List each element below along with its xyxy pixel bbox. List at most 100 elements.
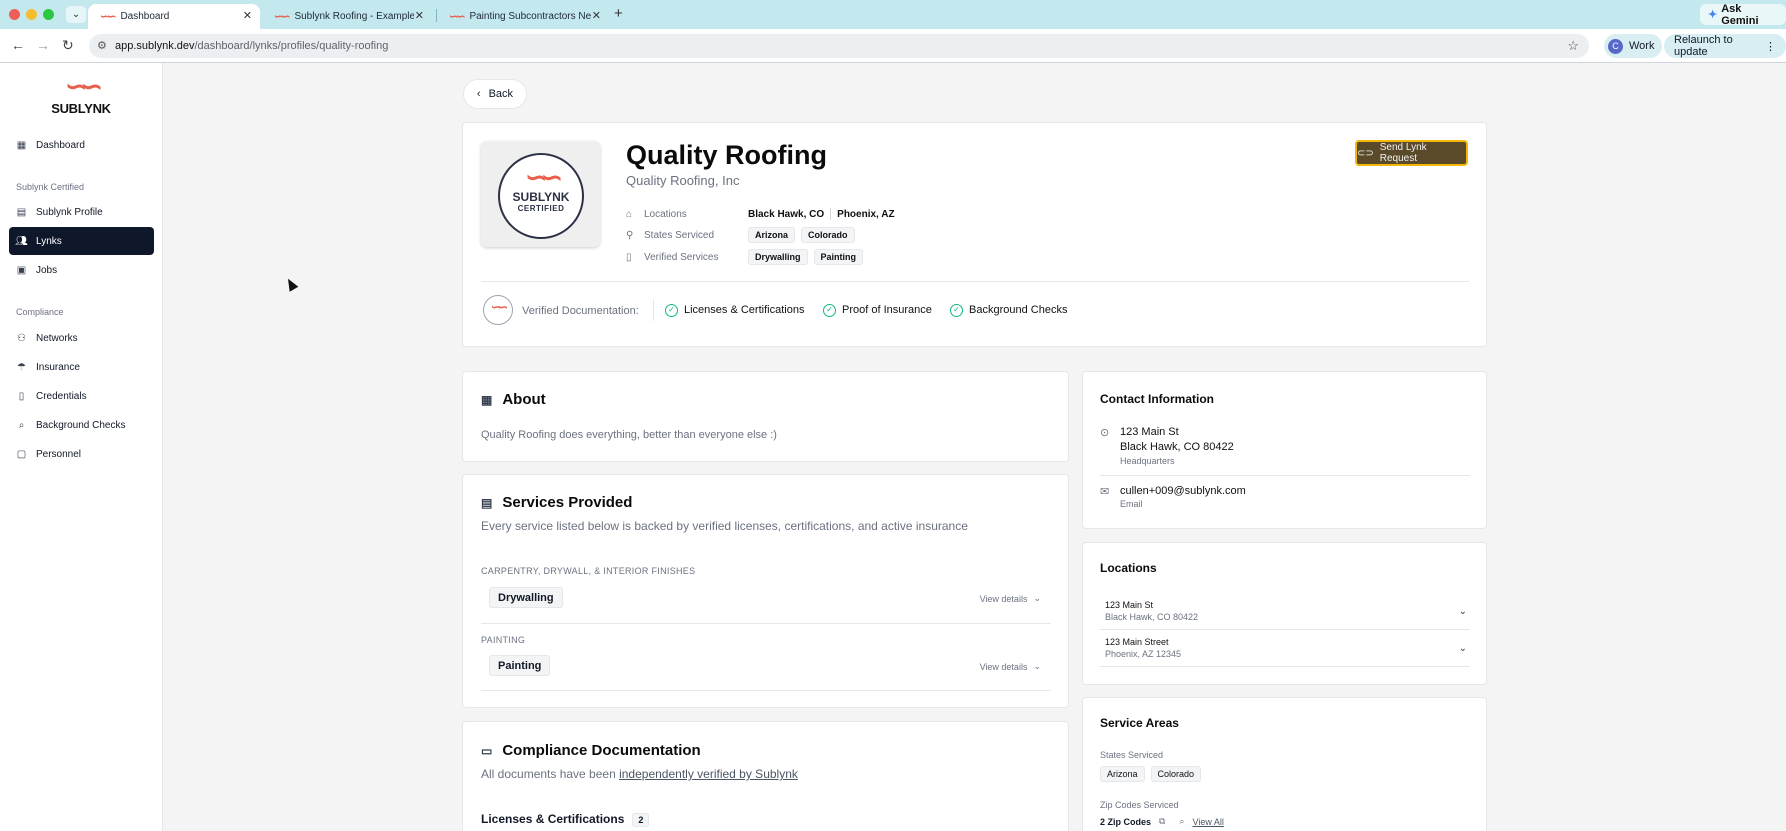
service-chip: Drywalling bbox=[748, 249, 808, 265]
verified-item-label: Proof of Insurance bbox=[842, 304, 932, 316]
close-tab-icon[interactable]: ✕ bbox=[415, 9, 424, 22]
back-arrow-icon[interactable]: ← bbox=[11, 37, 25, 53]
verified-background-checks: ✓ Background Checks bbox=[950, 299, 1067, 321]
view-details-drywalling[interactable]: View details ⌄ bbox=[980, 593, 1041, 604]
grid-icon: ▦ bbox=[16, 139, 27, 151]
sidebar-item-dashboard[interactable]: ▦ Dashboard bbox=[9, 131, 154, 159]
sidebar-item-networks[interactable]: ⚇ Networks bbox=[9, 324, 154, 352]
gemini-sparkle-icon: ✦ bbox=[1708, 9, 1718, 21]
ask-gemini-button[interactable]: ✦ Ask Gemini bbox=[1700, 3, 1786, 27]
sidebar-item-label: Background Checks bbox=[36, 419, 126, 431]
back-button[interactable]: ‹ Back bbox=[463, 79, 527, 109]
forward-arrow-icon[interactable]: → bbox=[36, 37, 50, 53]
view-details-painting[interactable]: View details ⌄ bbox=[980, 661, 1041, 672]
states-label: States Serviced bbox=[644, 229, 715, 241]
states-serviced-label: States Serviced bbox=[1100, 750, 1164, 760]
sublynk-logo[interactable]: ∽∽ SUBLYNK bbox=[45, 73, 117, 116]
new-tab-plus-icon[interactable]: + bbox=[614, 5, 623, 22]
sidebar-item-insurance[interactable]: ☂ Insurance bbox=[9, 353, 154, 381]
close-tab-icon[interactable]: ✕ bbox=[243, 9, 252, 22]
sidebar-item-label: Lynks bbox=[36, 235, 62, 247]
tab-painting-subcontractors[interactable]: ∽∽ Painting Subcontractors Neede ✕ bbox=[437, 4, 609, 29]
clipboard-icon: ▯ bbox=[626, 251, 632, 263]
tab-sublynk-roofing[interactable]: ∽∽ Sublynk Roofing - Example Co ✕ bbox=[262, 4, 432, 29]
bookmark-star-icon[interactable]: ☆ bbox=[1567, 38, 1579, 54]
clipboard-icon: ▤ bbox=[481, 495, 493, 510]
compliance-subtitle-text: All documents have been bbox=[481, 767, 620, 781]
locations-title: Locations bbox=[1100, 561, 1157, 575]
chevron-down-icon[interactable]: ⌄ bbox=[1459, 643, 1467, 654]
profile-button[interactable]: C Work bbox=[1604, 34, 1663, 58]
sidebar-item-personnel[interactable]: ▢ Personnel bbox=[9, 440, 154, 468]
building-icon: ▤ bbox=[16, 206, 27, 218]
services-title: ▤ Services Provided bbox=[481, 494, 632, 511]
address-type: Headquarters bbox=[1120, 456, 1175, 466]
close-window-button[interactable] bbox=[9, 9, 20, 20]
more-vertical-icon[interactable]: ⋮ bbox=[1765, 40, 1776, 53]
location-item[interactable]: 123 Main St Black Hawk, CO 80422 ⌄ bbox=[1105, 600, 1473, 622]
building-icon: ▦ bbox=[481, 392, 493, 407]
sidebar-item-jobs[interactable]: ▣ Jobs bbox=[9, 256, 154, 284]
sidebar-item-label: Dashboard bbox=[36, 139, 85, 151]
verified-documentation-label: Verified Documentation: bbox=[522, 305, 639, 317]
divider bbox=[1100, 475, 1470, 476]
link-icon: ⊂⊃ bbox=[1357, 147, 1374, 159]
tab-dashboard[interactable]: ∽∽ Dashboard ✕ bbox=[88, 4, 260, 29]
copy-icon[interactable]: ⧉ bbox=[1159, 816, 1165, 827]
service-category-label: CARPENTRY, DRYWALL, & INTERIOR FINISHES bbox=[481, 566, 696, 576]
divider bbox=[481, 281, 1469, 282]
about-card: ▦ About Quality Roofing does everything,… bbox=[462, 371, 1069, 462]
send-lynk-request-button[interactable]: ⊂⊃ Send Lynk Request bbox=[1355, 140, 1468, 166]
verified-by-sublynk-link[interactable]: independently verified by Sublynk bbox=[619, 767, 798, 781]
view-all-zip-codes-link[interactable]: View All bbox=[1193, 817, 1224, 827]
location-value: Black Hawk, CO bbox=[748, 208, 825, 220]
location-value: Phoenix, AZ bbox=[837, 208, 895, 220]
search-icon: ⌕ bbox=[1179, 816, 1185, 826]
zip-codes-label: Zip Codes Serviced bbox=[1100, 800, 1179, 810]
relaunch-button[interactable]: Relaunch to update ⋮ bbox=[1664, 34, 1786, 58]
sidebar: ∽∽ SUBLYNK ▦ Dashboard Sublynk Certified… bbox=[0, 63, 163, 831]
about-text: Quality Roofing does everything, better … bbox=[481, 429, 777, 441]
state-chip: Colorado bbox=[1150, 766, 1202, 782]
company-legal-name: Quality Roofing, Inc bbox=[626, 173, 740, 188]
address-line-1: 123 Main St bbox=[1120, 426, 1179, 438]
site-info-icon[interactable]: ⚙ bbox=[97, 39, 107, 52]
map-pin-icon: ⊙ bbox=[1100, 427, 1110, 439]
tab-search-chevron-icon[interactable]: ⌄ bbox=[66, 6, 86, 23]
locations-label: Locations bbox=[644, 208, 687, 220]
browser-tab-bar: ⌄ ∽∽ Dashboard ✕ ∽∽ Sublynk Roofing - Ex… bbox=[0, 0, 1786, 29]
network-icon: ⚇ bbox=[17, 332, 26, 344]
address-bar[interactable]: ⚙ app.sublynk.dev/dashboard/lynks/profil… bbox=[89, 34, 1589, 58]
check-circle-icon: ✓ bbox=[823, 303, 836, 317]
tab-label: Painting Subcontractors Neede bbox=[469, 11, 592, 22]
chevron-down-icon[interactable]: ⌄ bbox=[1459, 606, 1467, 617]
divider bbox=[830, 208, 832, 220]
url-path: /dashboard/lynks/profiles/quality-roofin… bbox=[194, 40, 389, 52]
tab-label: Dashboard bbox=[120, 11, 170, 22]
about-title-text: About bbox=[502, 391, 546, 408]
sidebar-item-lynks[interactable]: 👥︎ Lynks bbox=[9, 227, 154, 255]
maximize-window-button[interactable] bbox=[43, 9, 54, 20]
user-pin-icon: ⚲ bbox=[626, 229, 634, 241]
sidebar-item-credentials[interactable]: ▯ Credentials bbox=[9, 382, 154, 410]
contact-card: Contact Information ⊙ 123 Main St Black … bbox=[1082, 371, 1487, 529]
compliance-card: ▭ Compliance Documentation All documents… bbox=[462, 721, 1069, 831]
service-areas-card: Service Areas States Serviced Arizona Col… bbox=[1082, 697, 1487, 831]
close-tab-icon[interactable]: ✕ bbox=[592, 9, 601, 22]
divider bbox=[653, 299, 654, 321]
contact-email: ✉ cullen+009@sublynk.com Email bbox=[1100, 485, 1246, 509]
verified-item-label: Background Checks bbox=[969, 304, 1068, 316]
minimize-window-button[interactable] bbox=[26, 9, 37, 20]
send-lynk-request-label: Send Lynk Request bbox=[1379, 142, 1427, 164]
sidebar-item-sublynk-profile[interactable]: ▤ Sublynk Profile bbox=[9, 198, 154, 226]
reload-icon[interactable]: ↻ bbox=[62, 37, 74, 54]
locations-row: ⌂ Locations Black Hawk, CO Phoenix, AZ bbox=[626, 206, 895, 222]
compliance-subtitle: All documents have been independently ve… bbox=[481, 767, 798, 781]
email-value[interactable]: cullen+009@sublynk.com bbox=[1120, 485, 1246, 497]
licenses-title: Licenses & Certifications bbox=[481, 812, 625, 826]
divider bbox=[1100, 629, 1470, 630]
sidebar-item-background-checks[interactable]: ⌕ Background Checks bbox=[9, 411, 154, 439]
location-item[interactable]: 123 Main Street Phoenix, AZ 12345 ⌄ bbox=[1105, 637, 1473, 659]
check-circle-icon: ✓ bbox=[665, 303, 678, 317]
location-city: Black Hawk, CO 80422 bbox=[1105, 612, 1199, 622]
